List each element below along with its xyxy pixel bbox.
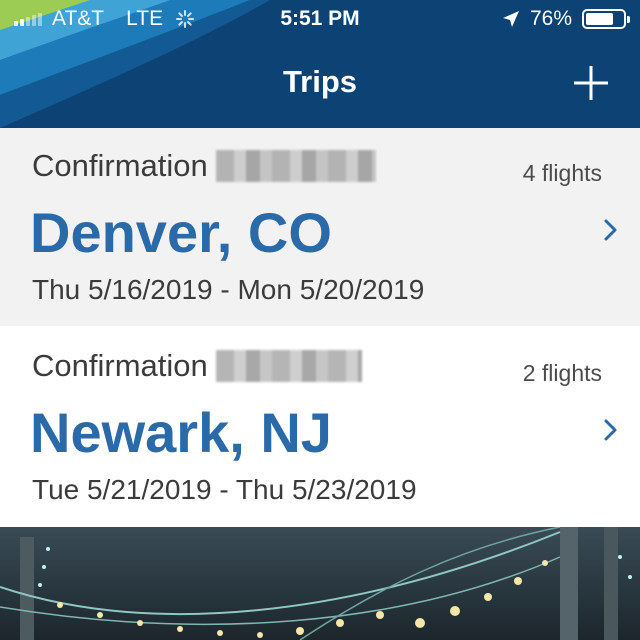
chevron-right-icon xyxy=(604,419,617,441)
trip-card-denver[interactable]: Confirmation 4 flights Denver, CO Thu 5/… xyxy=(0,128,640,326)
status-bar: AT&T LTE 5:51 PM 76% xyxy=(0,0,640,40)
plus-icon[interactable] xyxy=(572,64,610,102)
navigation-header: AT&T LTE 5:51 PM 76% Trips xyxy=(0,0,640,128)
trip-destination: Denver, CO xyxy=(30,201,332,264)
flight-count: 4 flights xyxy=(522,160,602,186)
chevron-right-icon xyxy=(604,219,617,241)
redacted-confirmation-code xyxy=(215,150,376,182)
trip-dates: Tue 5/21/2019 - Thu 5/23/2019 xyxy=(32,474,417,505)
battery-percent: 76% xyxy=(529,7,572,30)
battery-icon xyxy=(582,9,630,29)
confirmation-label: Confirmation xyxy=(32,148,208,183)
flight-count: 2 flights xyxy=(522,360,602,386)
confirmation-label: Confirmation xyxy=(32,348,208,383)
redacted-confirmation-code xyxy=(215,350,362,382)
page-title: Trips xyxy=(282,64,358,99)
trip-dates: Thu 5/16/2019 - Mon 5/20/2019 xyxy=(32,274,425,305)
trip-card-newark[interactable]: Confirmation 2 flights Newark, NJ Tue 5/… xyxy=(0,328,640,526)
trip-destination: Newark, NJ xyxy=(30,401,332,464)
background-bridge-image xyxy=(0,527,640,640)
location-arrow-icon xyxy=(502,11,519,27)
